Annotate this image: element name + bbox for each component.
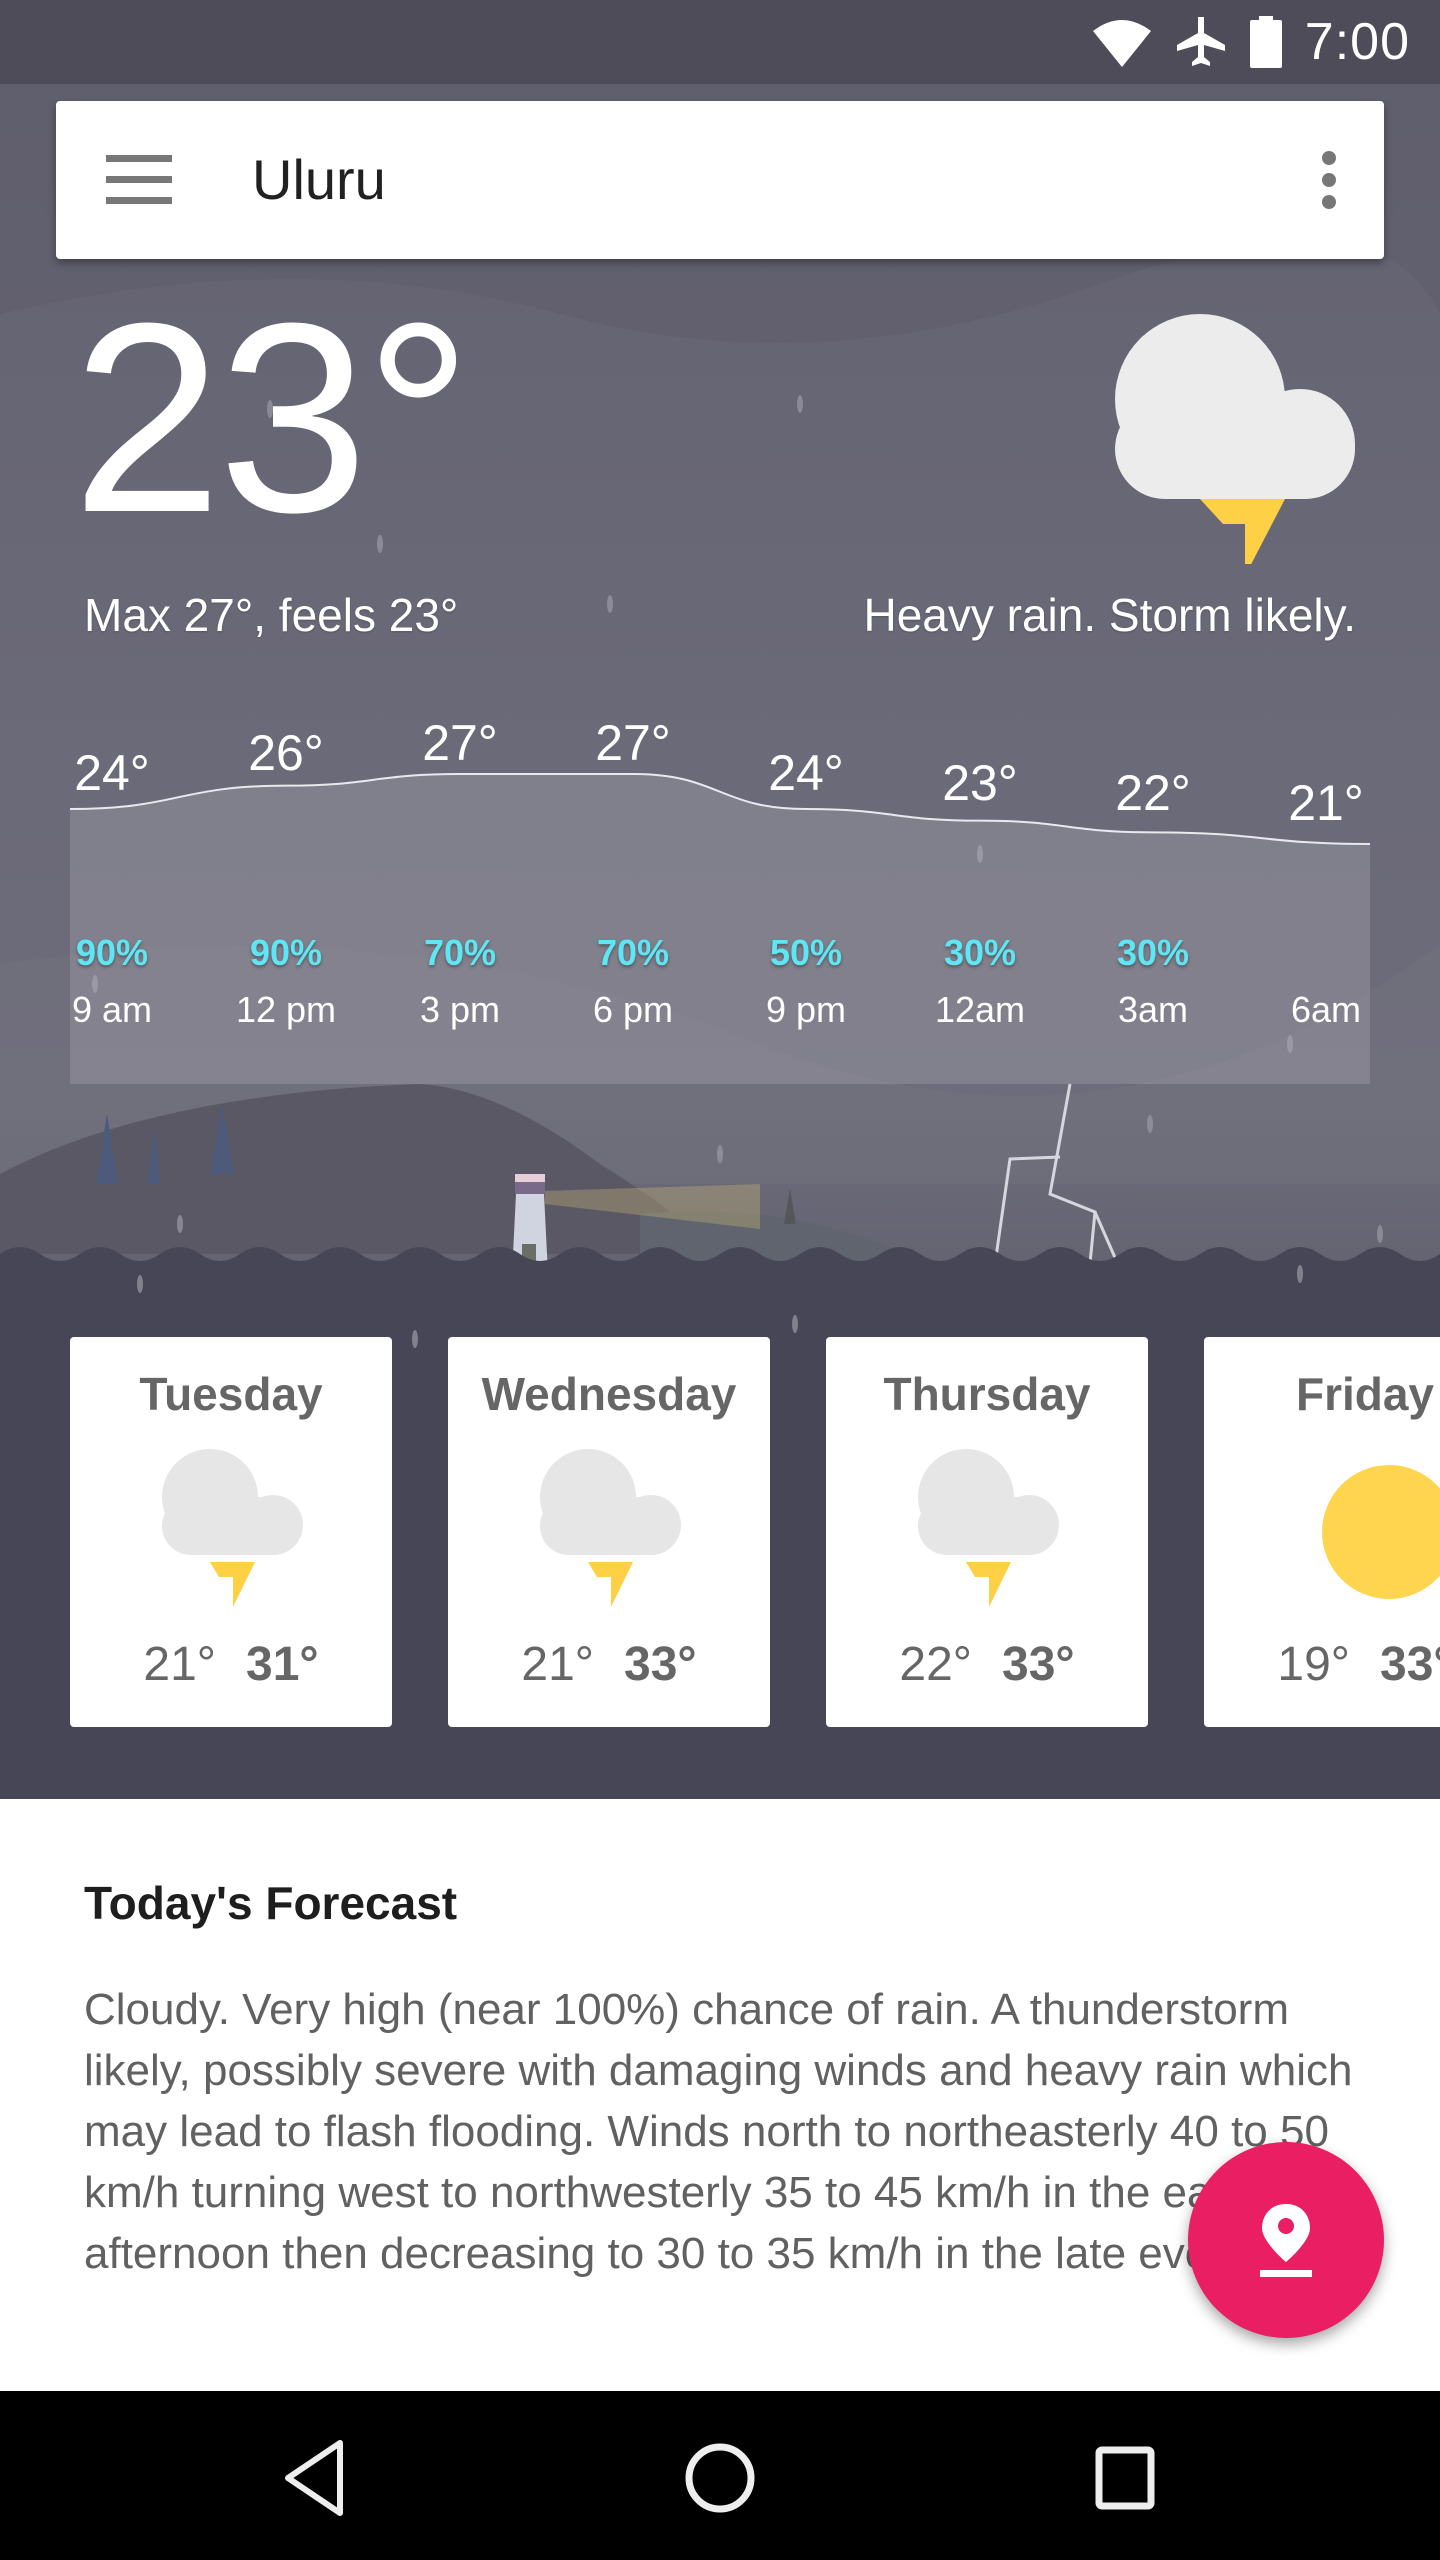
- more-vert-icon[interactable]: [1320, 151, 1340, 211]
- precipitation-chance: 70%: [423, 932, 497, 973]
- low-temp: 22°: [899, 1638, 972, 1691]
- thunderstorm-icon: [1115, 314, 1355, 564]
- hour-temp-label: 27°: [595, 715, 671, 771]
- hour-temp-label: 24°: [768, 745, 844, 801]
- location-fab-button[interactable]: [1188, 2142, 1384, 2338]
- hour-temp-label: 23°: [942, 755, 1018, 811]
- search-bar[interactable]: Uluru: [56, 101, 1384, 259]
- day-name: Tuesday: [139, 1368, 323, 1420]
- hour-temp-label: 22°: [1115, 765, 1191, 821]
- hour-time-label: 12 pm: [235, 989, 337, 1030]
- high-temp: 31°: [246, 1638, 319, 1691]
- hourly-temperature: 27°: [546, 714, 720, 772]
- temperature-detail: Max 27°, feels 23°: [84, 589, 459, 641]
- location-name[interactable]: Uluru: [252, 147, 386, 212]
- day-temps: 22° 33°: [826, 1637, 1148, 1692]
- low-temp: 21°: [143, 1638, 216, 1691]
- sunny-icon: [1322, 1465, 1440, 1599]
- hourly-temperature: 22°: [1066, 764, 1240, 822]
- hourly-temperature: 24°: [719, 744, 893, 802]
- precipitation-chance: 50%: [769, 932, 843, 973]
- day-temps: 21° 33°: [448, 1637, 770, 1692]
- wifi-icon: [1092, 20, 1151, 67]
- system-nav-bar: [0, 2391, 1440, 2560]
- hour-time-label: 6am: [1290, 989, 1362, 1030]
- day-card-tuesday[interactable]: Tuesday 21° 31°: [70, 1337, 392, 1727]
- hamburger-menu-icon[interactable]: [106, 155, 172, 205]
- thunderstorm-icon: [918, 1449, 1059, 1607]
- hour-temp-label: 26°: [248, 725, 324, 781]
- high-temp: 33°: [1380, 1638, 1440, 1691]
- hourly-temperature: 23°: [893, 754, 1067, 812]
- battery-icon: [1249, 16, 1282, 68]
- hour-temp-label: 24°: [74, 745, 150, 801]
- day-name: Thursday: [883, 1368, 1091, 1420]
- condition-summary: Heavy rain. Storm likely.: [863, 589, 1356, 641]
- hourly-temperature: 27°: [373, 714, 547, 772]
- hour-temp-label: 27°: [422, 715, 498, 771]
- current-temperature: 23°: [72, 268, 472, 569]
- home-icon[interactable]: [675, 2433, 765, 2523]
- high-temp: 33°: [1002, 1638, 1075, 1691]
- hour-time-label: 9 pm: [765, 989, 847, 1030]
- precipitation-chance: 30%: [1116, 932, 1190, 973]
- hour-time-label: 9 am: [71, 989, 153, 1030]
- clock: 7:00: [1304, 13, 1410, 71]
- hour-time-label: 3am: [1117, 989, 1189, 1030]
- day-name: Wednesday: [481, 1368, 737, 1420]
- back-icon[interactable]: [270, 2433, 360, 2523]
- thunderstorm-icon: [540, 1449, 681, 1607]
- day-card-thursday[interactable]: Thursday 22° 33°: [826, 1337, 1148, 1727]
- hour-time-label: 3 pm: [419, 989, 501, 1030]
- precipitation-chance: 90%: [249, 932, 323, 973]
- recents-icon[interactable]: [1080, 2433, 1170, 2523]
- precipitation-chance: 70%: [596, 932, 670, 973]
- weather-hero: Uluru 23° Max 27°, feels 23° Heavy rain.…: [0, 84, 1440, 1799]
- high-temp: 33°: [624, 1638, 697, 1691]
- low-temp: 21°: [521, 1638, 594, 1691]
- day-card-wednesday[interactable]: Wednesday 21° 33°: [448, 1337, 770, 1727]
- hour-time-label: 6 pm: [592, 989, 674, 1030]
- day-name: Friday: [1295, 1368, 1435, 1420]
- location-pin-icon: [1260, 2204, 1312, 2277]
- day-card-friday[interactable]: Friday 19° 33°: [1204, 1337, 1440, 1727]
- hour-temp-label: 21°: [1288, 775, 1364, 831]
- hourly-temperature: 21°: [1239, 774, 1413, 832]
- airplane-mode-icon: [1176, 17, 1225, 66]
- day-temps: 21° 31°: [70, 1637, 392, 1692]
- precipitation-chance: 30%: [943, 932, 1017, 973]
- hour-time-label: 12am: [934, 989, 1026, 1030]
- forecast-body: Cloudy. Very high (near 100%) chance of …: [84, 1985, 1353, 2278]
- day-temps: 19° 33°: [1204, 1637, 1440, 1692]
- thunderstorm-icon: [162, 1449, 303, 1607]
- hourly-temperature: 26°: [199, 724, 373, 782]
- forecast-title: Today's Forecast: [84, 1877, 458, 1929]
- hourly-temperature: 24°: [25, 744, 199, 802]
- status-bar: 7:00: [0, 0, 1440, 84]
- precipitation-chance: 90%: [75, 932, 149, 973]
- low-temp: 19°: [1277, 1638, 1350, 1691]
